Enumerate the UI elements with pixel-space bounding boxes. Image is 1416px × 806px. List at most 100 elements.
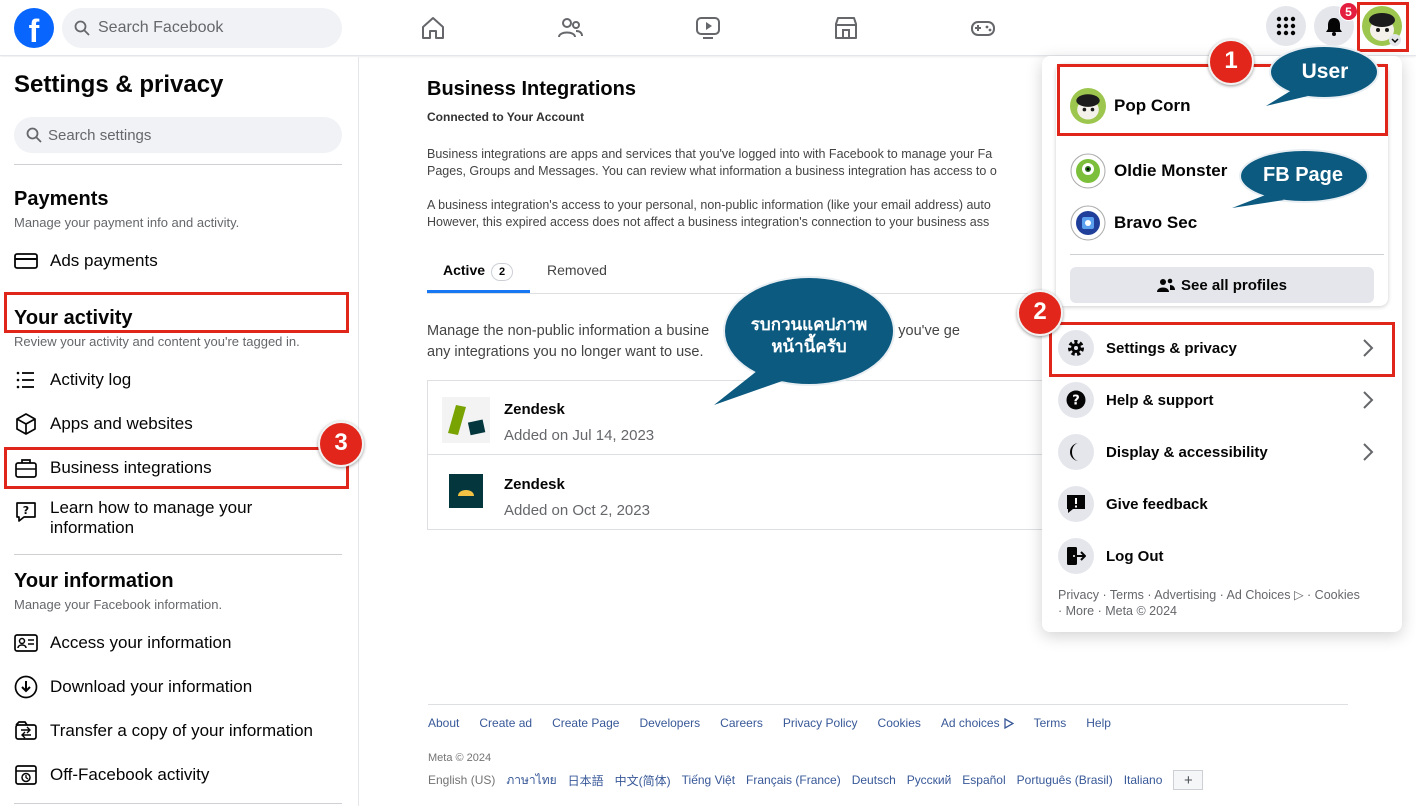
sidebar-item-label: Access your information: [50, 633, 232, 652]
profile-item-pop-corn[interactable]: Pop Corn: [1070, 88, 1191, 124]
help-icon: ?: [1066, 390, 1086, 410]
footer-link-terms[interactable]: Terms: [1034, 716, 1067, 730]
footer-link-ad-choices[interactable]: Ad choices: [941, 716, 1000, 730]
sidebar-item-learn-manage-info[interactable]: ? Learn how to manage your information: [14, 498, 344, 540]
paragraph-line: A business integration's access to your …: [427, 198, 991, 212]
bubble-text-line: รบกวนแคปภาพ: [750, 315, 868, 334]
footer-link-create-ad[interactable]: Create ad: [479, 716, 532, 730]
sidebar-item-business-integrations[interactable]: Business integrations: [14, 456, 344, 480]
see-all-profiles-button[interactable]: See all profiles: [1070, 267, 1374, 303]
home-icon[interactable]: [419, 14, 447, 42]
logout-icon: [1067, 547, 1086, 565]
sidebar-item-transfer-copy[interactable]: Transfer a copy of your information: [14, 719, 344, 743]
language-link[interactable]: ภาษาไทย: [506, 771, 556, 790]
profile-item-bravo-sec[interactable]: Bravo Sec: [1070, 205, 1197, 241]
annotation-bubble-thai-text: รบกวนแคปภาพ หน้านี้ครับ: [728, 314, 890, 358]
menu-grid-button[interactable]: [1266, 6, 1306, 46]
integration-name: Zendesk: [504, 401, 565, 418]
ad-choices-icon: [1003, 718, 1014, 729]
menu-item-settings-privacy[interactable]: Settings & privacy: [1058, 326, 1388, 370]
more-languages-button[interactable]: +: [1173, 770, 1204, 790]
settings-sidebar: Settings & privacy Search settings Payme…: [0, 57, 359, 806]
list-item[interactable]: Zendesk Added on Oct 2, 2023: [428, 456, 1048, 530]
tab-label: Active: [443, 262, 486, 278]
paragraph-line: Pages, Groups and Messages. You can revi…: [427, 164, 997, 178]
language-link[interactable]: Français (France): [746, 773, 841, 787]
sidebar-item-activity-log[interactable]: Activity log: [14, 368, 344, 392]
language-current: English (US): [428, 773, 496, 787]
moon-icon: [1070, 443, 1079, 461]
footer-divider: [428, 704, 1348, 705]
footer-link-help[interactable]: Help: [1086, 716, 1111, 730]
menu-item-label: Give feedback: [1106, 495, 1208, 513]
footer-link-create-page[interactable]: Create Page: [552, 716, 619, 730]
menu-footer-line[interactable]: · More · Meta © 2024: [1058, 603, 1394, 619]
friends-icon[interactable]: [556, 14, 584, 42]
tab-count-badge: 2: [491, 263, 514, 281]
page-title: Business Integrations: [427, 78, 636, 100]
menu-item-help-support[interactable]: ? Help & support: [1058, 378, 1388, 422]
language-link[interactable]: Português (Brasil): [1017, 773, 1113, 787]
footer-link-developers[interactable]: Developers: [639, 716, 700, 730]
cube-icon: [16, 413, 36, 435]
sidebar-item-access-info[interactable]: Access your information: [14, 631, 344, 655]
information-section-subtitle: Manage your Facebook information.: [14, 597, 223, 612]
footer-link-privacy-policy[interactable]: Privacy Policy: [783, 716, 858, 730]
paragraph-line: Business integrations are apps and servi…: [427, 147, 993, 161]
gaming-icon[interactable]: [969, 14, 997, 42]
profile-name: Pop Corn: [1114, 96, 1191, 115]
menu-item-label: Log Out: [1106, 547, 1164, 565]
tab-removed[interactable]: Removed: [547, 262, 607, 278]
language-link[interactable]: Русский: [907, 773, 952, 787]
profiles-icon: [1157, 278, 1176, 292]
divider: [14, 803, 342, 804]
tab-active[interactable]: Active 2: [427, 262, 530, 293]
activity-section-subtitle: Review your activity and content you're …: [14, 334, 300, 349]
menu-footer-line[interactable]: Privacy · Terms · Advertising · Ad Choic…: [1058, 587, 1394, 603]
language-link[interactable]: 中文(简体): [615, 772, 671, 789]
footer-link-careers[interactable]: Careers: [720, 716, 763, 730]
annotation-bubble-user-text: User: [1301, 60, 1349, 83]
page-subtitle: Connected to Your Account: [427, 110, 585, 124]
feedback-icon: [1067, 495, 1085, 513]
svg-text:?: ?: [23, 504, 29, 517]
sidebar-item-label: Off-Facebook activity: [50, 765, 210, 784]
menu-item-give-feedback[interactable]: Give feedback: [1058, 482, 1388, 526]
profile-name: Oldie Monster: [1114, 161, 1228, 180]
chevron-down-icon: [1389, 34, 1401, 46]
language-link[interactable]: Español: [962, 773, 1005, 787]
footer-link-cookies[interactable]: Cookies: [878, 716, 921, 730]
payments-section-subtitle: Manage your payment info and activity.: [14, 215, 240, 230]
profile-item-oldie-monster[interactable]: Oldie Monster: [1070, 153, 1227, 189]
gear-icon: [1068, 340, 1084, 356]
zendesk-logo-icon: [449, 474, 483, 508]
language-links: English (US) ภาษาไทย 日本語 中文(简体) Tiếng Vi…: [428, 770, 1204, 790]
sidebar-item-off-facebook-activity[interactable]: Off-Facebook activity: [14, 763, 344, 787]
video-icon[interactable]: [694, 14, 722, 42]
language-link[interactable]: Deutsch: [852, 773, 896, 787]
sidebar-item-download-info[interactable]: Download your information: [14, 675, 344, 699]
briefcase-icon: [15, 459, 37, 478]
avatar: [1070, 153, 1106, 189]
language-link[interactable]: 日本語: [568, 772, 604, 789]
menu-item-label: Display & accessibility: [1106, 443, 1268, 461]
tab-label: Removed: [547, 262, 607, 278]
footer-link-about[interactable]: About: [428, 716, 459, 730]
bubble-text-line: หน้านี้ครับ: [771, 337, 847, 356]
divider: [14, 164, 342, 165]
language-link[interactable]: Italiano: [1124, 773, 1163, 787]
menu-item-display-accessibility[interactable]: Display & accessibility: [1058, 430, 1388, 474]
menu-item-log-out[interactable]: Log Out: [1058, 534, 1388, 578]
chevron-right-icon: [1363, 339, 1374, 357]
facebook-search-input[interactable]: Search Facebook: [62, 8, 342, 48]
language-link[interactable]: Tiếng Việt: [682, 773, 735, 787]
chevron-right-icon: [1363, 443, 1374, 461]
information-section-title: Your information: [14, 570, 174, 592]
settings-search-input[interactable]: Search settings: [14, 117, 342, 153]
sidebar-item-ads-payments[interactable]: Ads payments: [14, 249, 344, 273]
sidebar-item-apps-websites[interactable]: Apps and websites: [14, 412, 344, 436]
integration-name: Zendesk: [504, 476, 565, 493]
marketplace-icon[interactable]: [832, 14, 860, 42]
step-number-3: 3: [318, 421, 364, 467]
facebook-logo[interactable]: f: [14, 8, 54, 48]
